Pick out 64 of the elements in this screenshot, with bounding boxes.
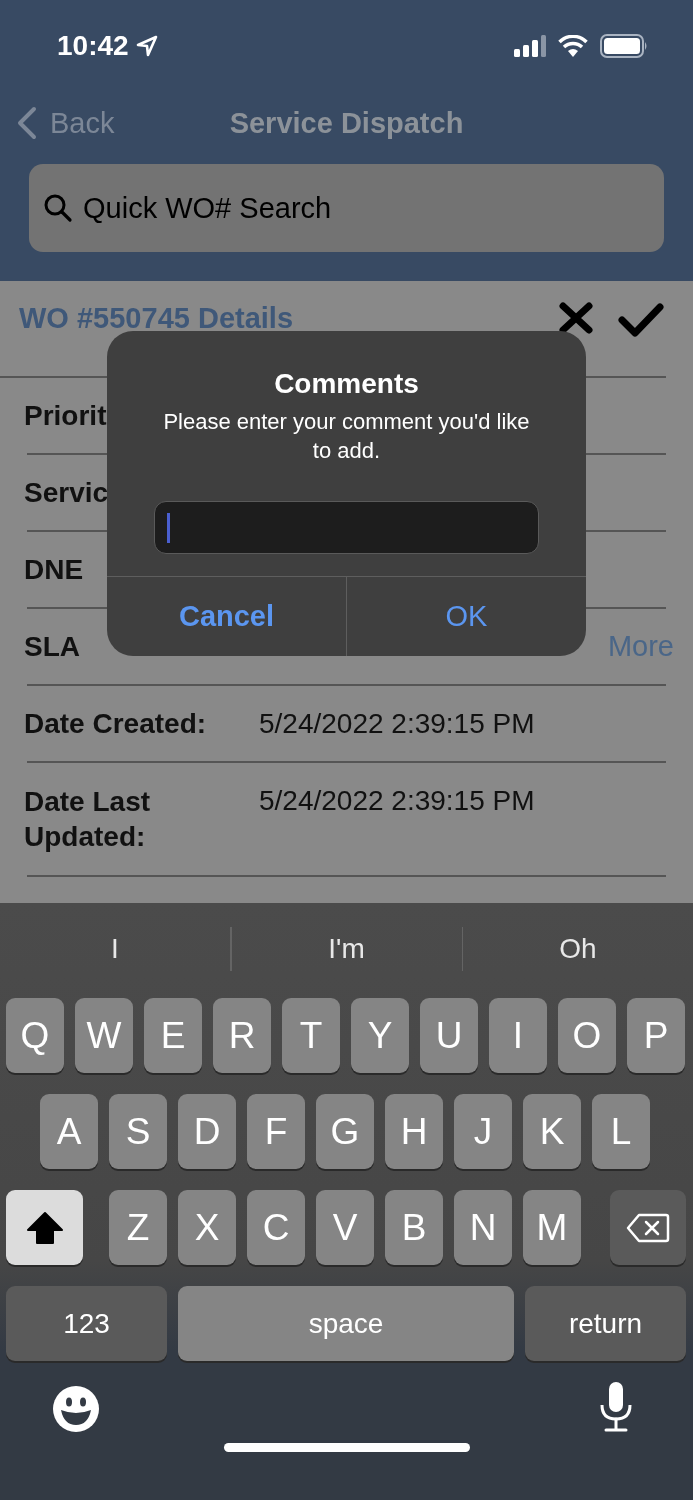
letter-key[interactable]: X [178,1190,236,1265]
letter-key[interactable]: M [523,1190,581,1265]
signal-icon [514,35,546,57]
smiley-icon[interactable] [52,1385,100,1433]
field-label: Servic [24,477,109,508]
status-time: 10:42 [57,30,129,62]
suggestion[interactable]: I [105,931,125,967]
dialog-title: Comments [273,367,420,401]
search-field[interactable]: Quick WO# Search [29,164,664,252]
section-title: WO #550745 Details [19,302,294,335]
field-label: Date Created: [24,708,207,739]
delete-key[interactable] [610,1190,686,1265]
delete-icon [626,1211,670,1244]
letter-key[interactable]: D [178,1094,236,1169]
numbers-key[interactable]: 123 [6,1286,167,1361]
letter-key[interactable]: J [454,1094,512,1169]
letter-key[interactable]: I [489,998,547,1073]
checkmark-icon[interactable] [618,302,664,338]
letter-key[interactable]: K [523,1094,581,1169]
letter-key[interactable]: C [247,1190,305,1265]
field-label: Date Last Updated: [24,786,151,852]
letter-key[interactable]: G [316,1094,374,1169]
shift-key[interactable] [6,1190,83,1265]
letter-key[interactable]: T [282,998,340,1073]
letter-key[interactable]: R [213,998,271,1073]
suggestion[interactable]: Oh [553,931,603,967]
letter-key[interactable]: L [592,1094,650,1169]
chevron-left-icon [16,106,38,140]
field-label: DNE [24,554,84,585]
field-value: 5/24/2022 2:39:15 PM [259,785,535,817]
letter-key[interactable]: O [558,998,616,1073]
letter-key[interactable]: Z [109,1190,167,1265]
suggestion[interactable]: I'm [322,931,371,967]
letter-key[interactable]: P [627,998,685,1073]
field-label: Priorit [24,400,107,431]
letter-key[interactable]: Q [6,998,64,1073]
ok-button[interactable]: OK [346,577,586,656]
space-key[interactable]: space [178,1286,514,1361]
location-arrow-icon [134,34,159,58]
screen-title: Service Dispatch [229,106,464,139]
letter-key[interactable]: S [109,1094,167,1169]
letter-key[interactable]: B [385,1190,443,1265]
back-button[interactable]: Back [16,106,115,140]
wifi-icon [558,35,588,57]
letter-key[interactable]: F [247,1094,305,1169]
comment-input-field[interactable] [154,501,539,554]
letter-key[interactable]: V [316,1190,374,1265]
battery-icon [600,34,648,58]
letter-key[interactable]: E [144,998,202,1073]
field-label: SLA [24,631,80,662]
arrow-up-icon [24,1209,65,1246]
cancel-button[interactable]: Cancel [107,577,346,656]
return-key[interactable]: return [525,1286,686,1361]
letter-key[interactable]: Y [351,998,409,1073]
letter-key[interactable]: H [385,1094,443,1169]
letter-key[interactable]: A [40,1094,98,1169]
letter-key[interactable]: U [420,998,478,1073]
dialog-message: Please enter your comment you'd like to add. [162,408,531,465]
microphone-icon[interactable] [598,1381,634,1433]
search-icon [43,193,73,223]
close-icon[interactable] [558,302,594,334]
letter-key[interactable]: W [75,998,133,1073]
letter-key[interactable]: N [454,1190,512,1265]
field-value: 5/24/2022 2:39:15 PM [259,707,535,740]
